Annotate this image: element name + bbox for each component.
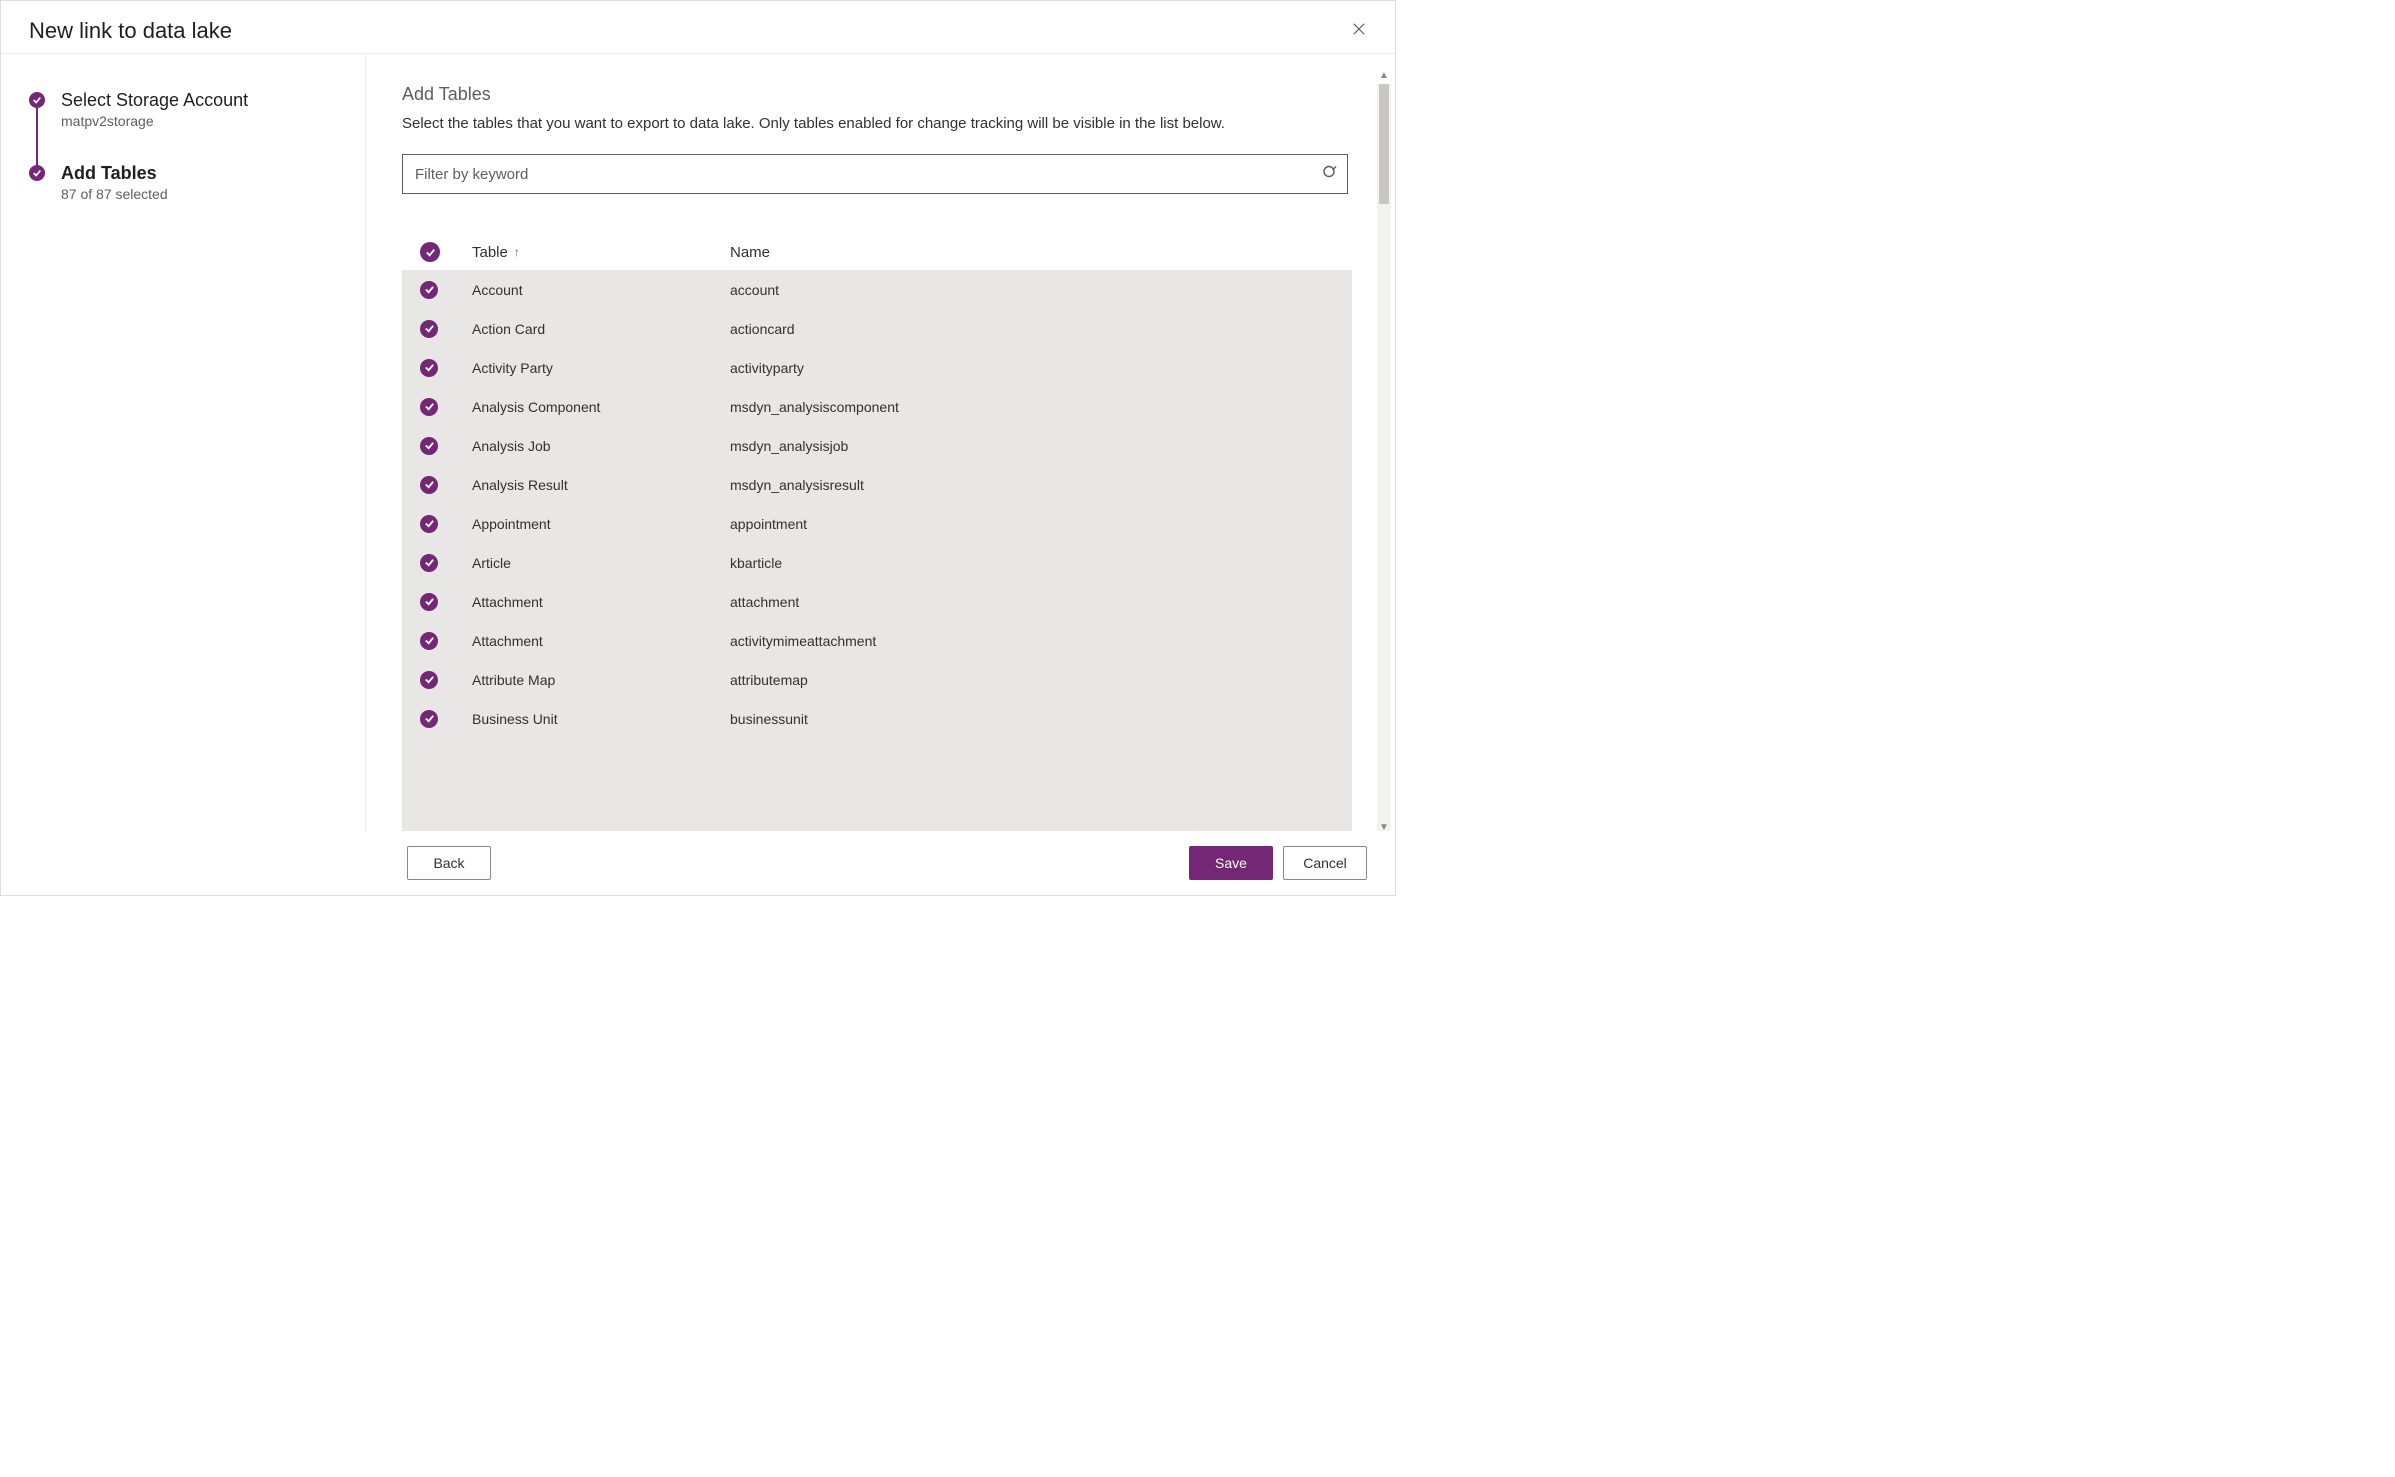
cell-table: Action Card [472,321,730,337]
row-checkbox[interactable] [420,671,438,689]
step-subtitle: 87 of 87 selected [61,186,168,202]
cell-name: actioncard [730,321,1352,337]
column-header-table[interactable]: Table ↑ [472,244,730,261]
row-checkbox[interactable] [420,632,438,650]
table-header-row: Table ↑ Name [402,234,1352,270]
dialog-footer: Back Save Cancel [1,831,1395,895]
cell-name: msdyn_analysiscomponent [730,399,1352,415]
wizard-step[interactable]: Add Tables 87 of 87 selected [29,163,341,202]
table-row[interactable]: Accountaccount [402,270,1352,309]
table-row[interactable]: Analysis Componentmsdyn_analysiscomponen… [402,387,1352,426]
row-checkbox[interactable] [420,476,438,494]
table-row[interactable]: Attribute Mapattributemap [402,660,1352,699]
dialog-body: Select Storage Account matpv2storage Add T… [1,54,1395,831]
filter-wrap [402,154,1348,194]
row-checkbox[interactable] [420,515,438,533]
step-complete-icon [29,92,45,108]
cell-table: Account [472,282,730,298]
sort-asc-icon: ↑ [514,245,520,259]
cell-table: Attachment [472,633,730,649]
cell-table: Analysis Component [472,399,730,415]
row-checkbox[interactable] [420,554,438,572]
cell-name: msdyn_analysisjob [730,438,1352,454]
table-row[interactable]: Business Unitbusinessunit [402,699,1352,738]
scrollbar[interactable]: ▲ ▼ [1377,84,1391,831]
step-complete-icon [29,165,45,181]
main-panel: Add Tables Select the tables that you wa… [366,54,1395,831]
cell-table: Appointment [472,516,730,532]
row-checkbox[interactable] [420,437,438,455]
scroll-up-icon: ▲ [1377,70,1391,81]
close-button[interactable] [1343,15,1375,47]
save-button[interactable]: Save [1189,846,1273,880]
panel-description: Select the tables that you want to expor… [402,115,1375,132]
step-connector [36,108,38,167]
table-body: AccountaccountAction CardactioncardActiv… [402,270,1352,831]
back-button[interactable]: Back [407,846,491,880]
wizard-step[interactable]: Select Storage Account matpv2storage [29,90,341,163]
cell-name: activitymimeattachment [730,633,1352,649]
scroll-down-icon: ▼ [1377,822,1391,831]
scrollbar-thumb[interactable] [1379,84,1389,204]
cell-table: Attribute Map [472,672,730,688]
cell-name: activityparty [730,360,1352,376]
cell-table: Attachment [472,594,730,610]
row-checkbox[interactable] [420,398,438,416]
table-row[interactable]: Action Cardactioncard [402,309,1352,348]
table-row[interactable]: Attachmentactivitymimeattachment [402,621,1352,660]
dialog-title: New link to data lake [29,18,232,44]
cell-name: msdyn_analysisresult [730,477,1352,493]
cell-table: Business Unit [472,711,730,727]
step-title: Add Tables [61,163,168,184]
cancel-button[interactable]: Cancel [1283,846,1367,880]
table-row[interactable]: Analysis Jobmsdyn_analysisjob [402,426,1352,465]
cell-table: Activity Party [472,360,730,376]
table-row[interactable]: Attachmentattachment [402,582,1352,621]
dialog-header: New link to data lake [1,1,1395,54]
cell-table: Analysis Result [472,477,730,493]
cell-name: attributemap [730,672,1352,688]
row-checkbox[interactable] [420,359,438,377]
cell-table: Analysis Job [472,438,730,454]
row-checkbox[interactable] [420,320,438,338]
cell-name: attachment [730,594,1352,610]
filter-input[interactable] [402,154,1348,194]
row-checkbox[interactable] [420,593,438,611]
cell-table: Article [472,555,730,571]
column-header-name[interactable]: Name [730,244,1352,261]
step-title: Select Storage Account [61,90,248,111]
select-all-checkbox[interactable] [420,242,440,262]
wizard-steps: Select Storage Account matpv2storage Add T… [1,54,366,831]
row-checkbox[interactable] [420,710,438,728]
row-checkbox[interactable] [420,281,438,299]
table-row[interactable]: Appointmentappointment [402,504,1352,543]
dialog: New link to data lake Select Storage Acc… [0,0,1396,896]
cell-name: businessunit [730,711,1352,727]
cell-name: appointment [730,516,1352,532]
tables-list: Table ↑ Name AccountaccountAction Cardac… [402,234,1352,831]
close-icon [1352,22,1366,41]
table-row[interactable]: Articlekbarticle [402,543,1352,582]
panel-heading: Add Tables [402,84,1375,105]
cell-name: kbarticle [730,555,1352,571]
step-subtitle: matpv2storage [61,113,248,129]
table-row[interactable]: Analysis Resultmsdyn_analysisresult [402,465,1352,504]
table-row[interactable]: Activity Partyactivityparty [402,348,1352,387]
cell-name: account [730,282,1352,298]
